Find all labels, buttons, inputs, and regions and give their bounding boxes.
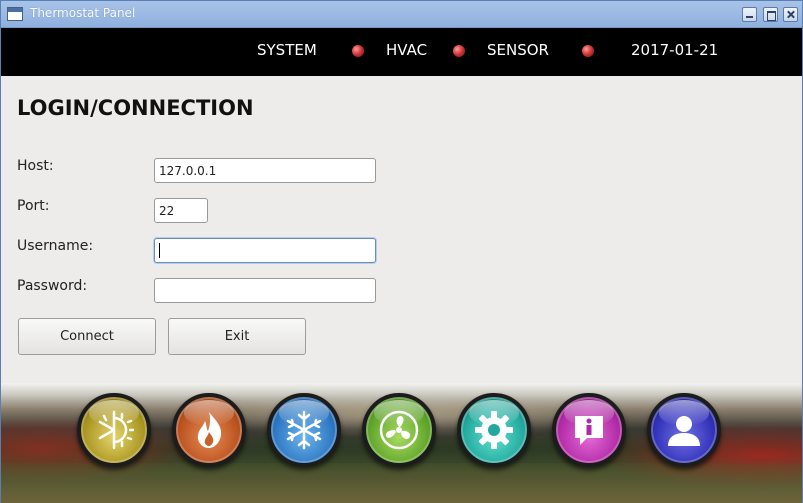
page-title: LOGIN/CONNECTION	[17, 96, 254, 120]
host-field[interactable]: 127.0.0.1	[154, 158, 376, 183]
username-field[interactable]	[154, 238, 376, 263]
password-field[interactable]	[154, 278, 376, 303]
status-date: 2017-01-21	[631, 41, 719, 59]
host-label: Host:	[17, 158, 54, 174]
sun-snowflake-auto-icon	[98, 410, 134, 450]
username-label: Username:	[17, 238, 94, 254]
user-icon	[668, 416, 700, 446]
gear-icon	[475, 411, 513, 449]
maximize-button[interactable]	[763, 7, 778, 22]
password-label: Password:	[17, 278, 88, 294]
fan-mode-button[interactable]	[362, 393, 436, 467]
heat-mode-button[interactable]	[172, 393, 246, 467]
app-window: Thermostat Panel SYSTEM HVAC SENSOR 2017…	[0, 0, 803, 503]
window-icon	[7, 7, 23, 21]
port-label: Port:	[17, 198, 50, 214]
auto-mode-button[interactable]	[77, 393, 151, 467]
snowflake-icon	[286, 410, 322, 450]
title-bar[interactable]: Thermostat Panel	[1, 1, 802, 28]
text-cursor	[159, 243, 160, 258]
window-title: Thermostat Panel	[30, 6, 136, 20]
status-hvac-label: HVAC	[386, 41, 428, 59]
minimize-button[interactable]	[742, 7, 757, 22]
status-sensor-indicator	[582, 45, 594, 57]
connect-button[interactable]: Connect	[18, 318, 156, 355]
status-sensor-label: SENSOR	[487, 41, 549, 59]
background-ground	[1, 463, 802, 503]
status-system-label: SYSTEM	[257, 41, 317, 59]
mode-button-bar	[1, 383, 802, 503]
status-bar: SYSTEM HVAC SENSOR 2017-01-21	[1, 28, 802, 76]
fan-icon	[379, 410, 419, 450]
cool-mode-button[interactable]	[267, 393, 341, 467]
user-button[interactable]	[647, 393, 721, 467]
flame-icon	[197, 412, 222, 448]
port-field[interactable]: 22	[154, 198, 208, 223]
settings-button[interactable]	[457, 393, 531, 467]
info-button[interactable]	[552, 393, 626, 467]
close-button[interactable]	[783, 7, 798, 22]
status-system-indicator	[352, 45, 364, 57]
exit-button[interactable]: Exit	[168, 318, 306, 355]
login-panel: LOGIN/CONNECTION Host: 127.0.0.1 Port: 2…	[1, 76, 802, 383]
info-icon	[575, 416, 603, 445]
status-hvac-indicator	[453, 45, 465, 57]
